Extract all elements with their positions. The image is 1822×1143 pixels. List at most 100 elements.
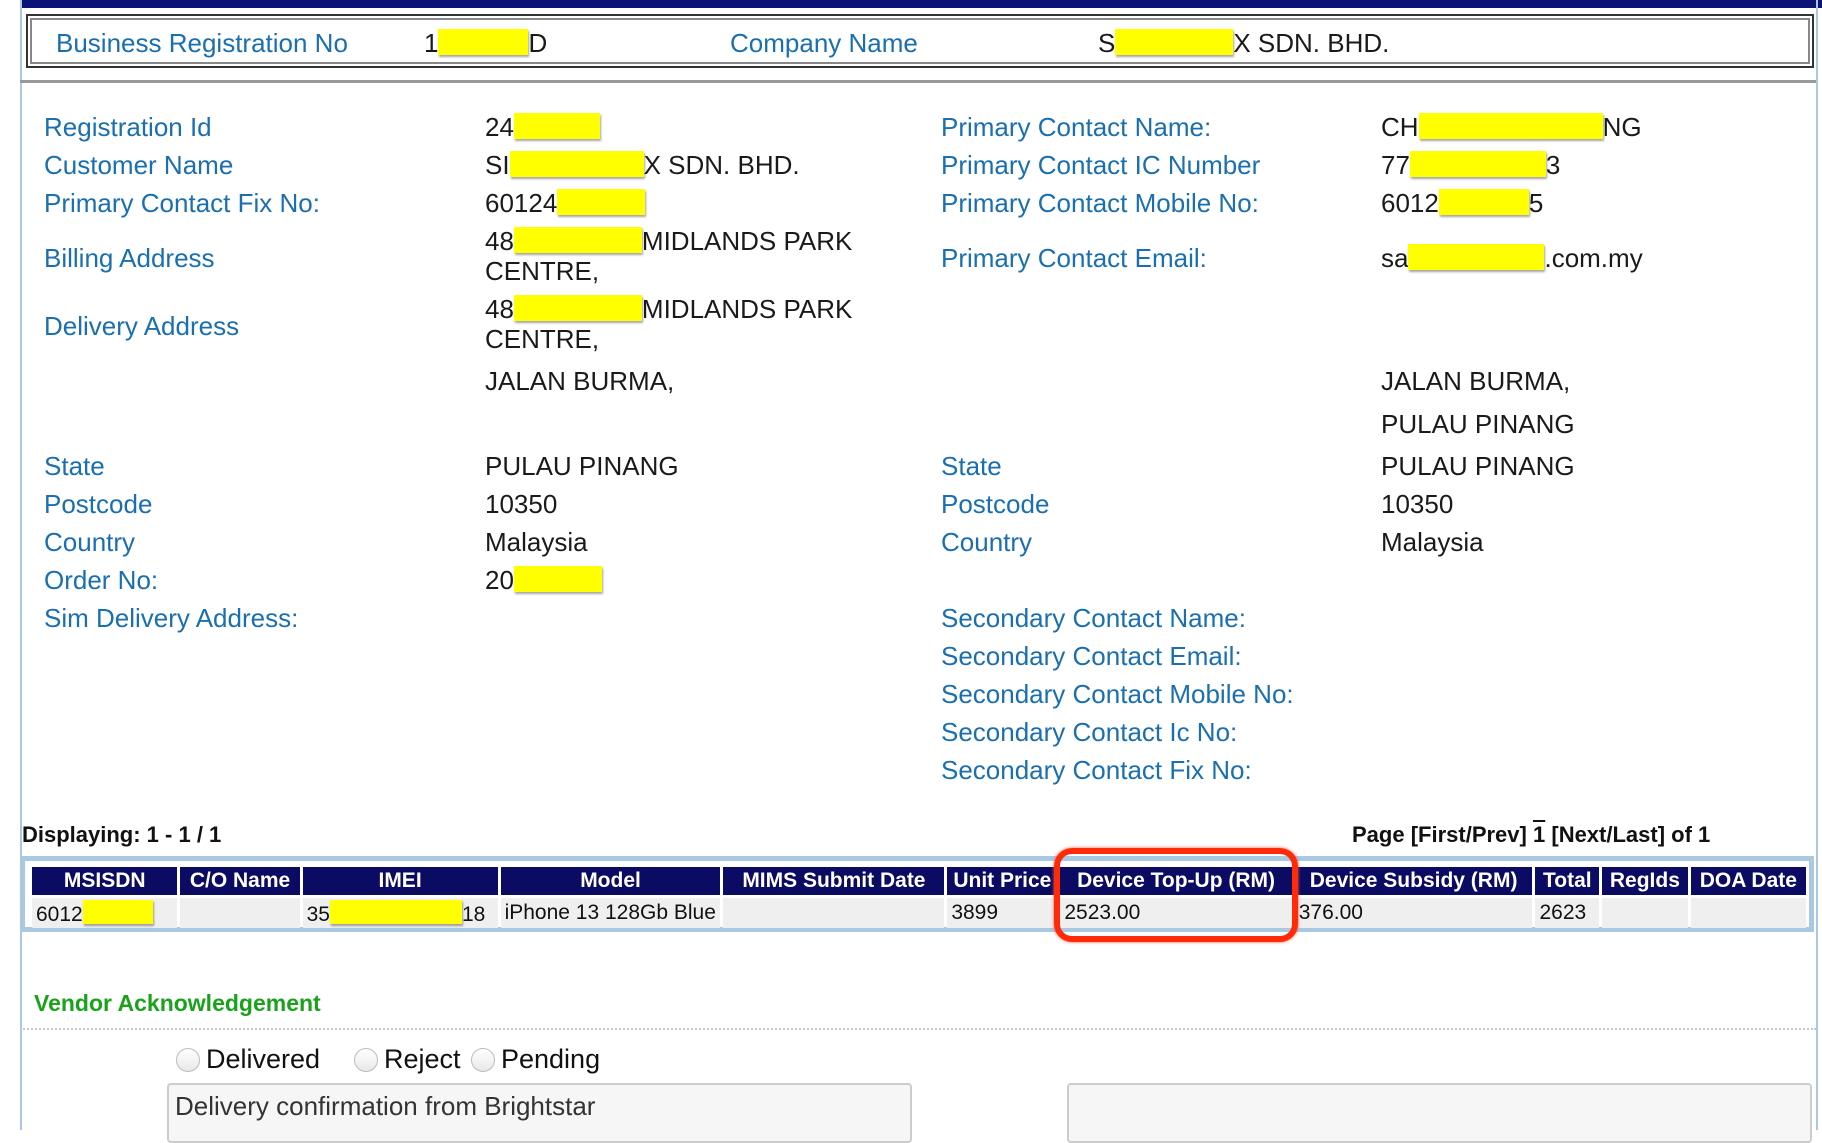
- primary-contact-email-value: sa .com.my: [1381, 243, 1643, 273]
- state-value-right: PULAU PINANG: [1381, 451, 1575, 481]
- radio-label: Delivered: [206, 1044, 321, 1074]
- radio-pending[interactable]: Pending: [471, 1044, 600, 1075]
- primary-contact-mobile-value: 6012 5: [1381, 188, 1544, 218]
- sim-delivery-address-label: Sim Delivery Address:: [44, 603, 299, 633]
- cell-regids: [1602, 898, 1688, 928]
- secondary-contact-mobile-label: Secondary Contact Mobile No:: [941, 679, 1294, 709]
- pager-first-prev-link[interactable]: First/Prev: [1418, 822, 1520, 847]
- column-header[interactable]: RegIds: [1602, 867, 1688, 895]
- column-header[interactable]: Model: [500, 867, 721, 895]
- column-header[interactable]: DOA Date: [1690, 867, 1806, 895]
- radio-reject[interactable]: Reject: [354, 1044, 461, 1075]
- billing-address-value: 48 MIDLANDS PARK: [485, 226, 853, 256]
- customer-name-value: SI X SDN. BHD.: [485, 150, 800, 180]
- redaction: [329, 899, 462, 924]
- redaction: [82, 899, 153, 924]
- orders-table: MSISDN C/O Name IMEI Model MIMS Submit D…: [29, 864, 1809, 931]
- billing-address-label: Billing Address: [44, 243, 215, 273]
- state-value: PULAU PINANG: [485, 451, 679, 481]
- radio-delivered[interactable]: Delivered: [176, 1044, 320, 1075]
- radio-button-icon[interactable]: [471, 1047, 495, 1072]
- redaction: [513, 295, 642, 321]
- cell-doa-date: [1690, 898, 1806, 928]
- cell-co-name: [180, 898, 300, 928]
- delivery-address-value: 48 MIDLANDS PARK: [485, 294, 853, 324]
- column-header[interactable]: MIMS Submit Date: [723, 867, 945, 895]
- delivery-address-line3: JALAN BURMA,: [485, 366, 675, 396]
- fix-no-value: 60124: [485, 188, 646, 218]
- company-name-value: SX SDN. BHD.: [1098, 28, 1390, 58]
- registration-id-label: Registration Id: [44, 112, 212, 142]
- postcode-value: 10350: [485, 489, 558, 519]
- primary-contact-name-label: Primary Contact Name:: [941, 112, 1212, 142]
- redaction: [1408, 244, 1545, 270]
- brn-label: Business Registration No: [56, 28, 348, 58]
- table-row[interactable]: 6012 35 18 iPhone 13 128Gb Blue 3899 2523…: [32, 898, 1806, 928]
- postcode-label-right: Postcode: [941, 489, 1050, 519]
- redaction: [557, 189, 646, 215]
- displaying-count: Displaying: 1 - 1 / 1: [22, 822, 222, 847]
- country-label: Country: [44, 527, 136, 557]
- cell-device-subsidy: 376.00: [1294, 898, 1533, 928]
- delivery-address-label: Delivery Address: [44, 311, 240, 341]
- order-no-label: Order No:: [44, 565, 159, 595]
- postcode-value-right: 10350: [1381, 489, 1454, 519]
- column-header[interactable]: Unit Price: [947, 867, 1058, 895]
- country-label-right: Country: [941, 527, 1033, 557]
- radio-label: Pending: [501, 1044, 601, 1074]
- cell-mims-submit-date: [723, 898, 945, 928]
- company-name-label: Company Name: [730, 28, 918, 58]
- primary-contact-email-label: Primary Contact Email:: [941, 243, 1207, 273]
- pager-next-last-link[interactable]: Next/Last: [1559, 822, 1658, 847]
- cell-model: iPhone 13 128Gb Blue: [500, 898, 721, 928]
- address-line4-right: PULAU PINANG: [1381, 409, 1575, 439]
- frame-border-right: [1816, 0, 1818, 1130]
- pager-current-page[interactable]: 1: [1533, 822, 1545, 847]
- dotted-divider: [20, 1028, 1816, 1030]
- cell-imei: 35 18: [302, 898, 498, 928]
- cell-total: 2623: [1535, 898, 1600, 928]
- column-header[interactable]: Device Subsidy (RM): [1294, 867, 1533, 895]
- pager: Page [First/Prev] 1 [Next/Last] of 1: [1352, 822, 1711, 847]
- secondary-contact-email-label: Secondary Contact Email:: [941, 641, 1242, 671]
- redaction: [1438, 189, 1529, 215]
- country-value: Malaysia: [485, 527, 588, 557]
- frame-border-left: [20, 0, 22, 1130]
- state-label: State: [44, 451, 105, 481]
- registration-id-value: 24: [485, 112, 600, 142]
- redaction: [438, 29, 529, 55]
- cell-unit-price: 3899: [947, 898, 1058, 928]
- redaction: [1418, 113, 1603, 139]
- customer-name-label: Customer Name: [44, 150, 234, 180]
- redaction: [513, 227, 642, 253]
- country-value-right: Malaysia: [1381, 527, 1484, 557]
- redaction: [509, 151, 644, 177]
- address-line3-right: JALAN BURMA,: [1381, 366, 1571, 396]
- column-header[interactable]: IMEI: [302, 867, 498, 895]
- fix-no-label: Primary Contact Fix No:: [44, 188, 320, 218]
- radio-label: Reject: [384, 1044, 461, 1074]
- cell-msisdn: 6012: [32, 898, 178, 928]
- primary-contact-ic-value: 77 3: [1381, 150, 1561, 180]
- secondary-contact-name-label: Secondary Contact Name:: [941, 603, 1246, 633]
- column-header[interactable]: Total: [1535, 867, 1600, 895]
- secondary-remarks-textarea[interactable]: [1067, 1083, 1812, 1143]
- table-header-row: MSISDN C/O Name IMEI Model MIMS Submit D…: [32, 867, 1806, 895]
- column-header[interactable]: MSISDN: [32, 867, 178, 895]
- state-label-right: State: [941, 451, 1002, 481]
- separator: [20, 80, 1816, 83]
- remarks-textarea[interactable]: Delivery confirmation from Brightstar: [167, 1083, 912, 1143]
- secondary-contact-fix-label: Secondary Contact Fix No:: [941, 755, 1252, 785]
- column-header[interactable]: C/O Name: [180, 867, 300, 895]
- primary-contact-name-value: CH NG: [1381, 112, 1642, 142]
- radio-button-icon[interactable]: [176, 1047, 200, 1072]
- radio-button-icon[interactable]: [354, 1047, 378, 1072]
- redaction: [1409, 151, 1546, 177]
- primary-contact-ic-label: Primary Contact IC Number: [941, 150, 1261, 180]
- order-no-value: 20: [485, 565, 602, 595]
- orders-table-panel: MSISDN C/O Name IMEI Model MIMS Submit D…: [20, 856, 1814, 932]
- redaction: [513, 566, 602, 592]
- highlight-annotation: [1054, 848, 1298, 942]
- postcode-label: Postcode: [44, 489, 153, 519]
- redaction: [513, 113, 600, 139]
